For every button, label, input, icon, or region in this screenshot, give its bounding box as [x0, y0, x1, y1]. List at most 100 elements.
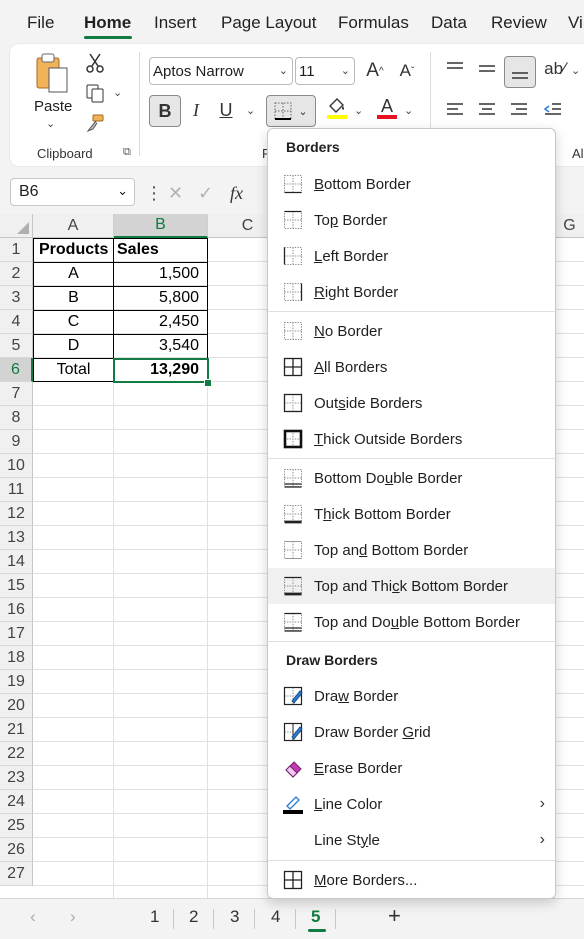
underline-dropdown-icon[interactable]: ⌄: [246, 104, 255, 117]
row-header-7[interactable]: 7: [0, 382, 33, 406]
cell-b5[interactable]: 3,540: [114, 334, 207, 358]
scroll-right-icon[interactable]: ›: [70, 907, 76, 927]
menu-item-left-border[interactable]: Left Border: [268, 238, 555, 274]
italic-button[interactable]: I: [181, 95, 211, 125]
row-header-16[interactable]: 16: [0, 598, 33, 622]
bold-button[interactable]: B: [149, 95, 181, 127]
copy-icon[interactable]: [80, 78, 110, 108]
row-header-26[interactable]: 26: [0, 838, 33, 862]
row-header-11[interactable]: 11: [0, 478, 33, 502]
more-options-icon[interactable]: ⋮: [145, 183, 163, 204]
align-right-icon[interactable]: [504, 95, 534, 125]
cut-icon[interactable]: [80, 48, 110, 78]
underline-button[interactable]: U: [211, 95, 241, 125]
row-header-13[interactable]: 13: [0, 526, 33, 550]
menu-item-top-and-bottom-border[interactable]: Top and Bottom Border: [268, 532, 555, 568]
copy-dropdown-icon[interactable]: ⌄: [113, 86, 122, 99]
row-header-12[interactable]: 12: [0, 502, 33, 526]
row-header-23[interactable]: 23: [0, 766, 33, 790]
decrease-indent-icon[interactable]: [538, 95, 568, 125]
menu-item-line-style[interactable]: Line Style ›: [268, 822, 555, 858]
row-header-17[interactable]: 17: [0, 622, 33, 646]
orientation-dropdown-icon[interactable]: ⌄: [571, 64, 580, 77]
row-header-24[interactable]: 24: [0, 790, 33, 814]
column-header-b[interactable]: B: [114, 214, 208, 238]
cell-b2[interactable]: 1,500: [114, 262, 207, 286]
align-top-icon[interactable]: [440, 54, 470, 84]
cell-b4[interactable]: 2,450: [114, 310, 207, 334]
borders-button[interactable]: ⌄: [266, 95, 316, 127]
decrease-font-size-icon[interactable]: Aˇ: [392, 56, 422, 86]
row-header-27[interactable]: 27: [0, 862, 33, 886]
fill-color-dropdown-icon[interactable]: ⌄: [354, 104, 363, 117]
row-header-6[interactable]: 6: [0, 358, 33, 382]
tab-review[interactable]: Review: [491, 13, 547, 33]
paste-dropdown-icon[interactable]: ⌄: [46, 117, 55, 130]
increase-font-size-icon[interactable]: A ^: [360, 56, 390, 86]
sheet-tab-4[interactable]: 4: [271, 907, 280, 927]
row-header-3[interactable]: 3: [0, 286, 33, 310]
sheet-tab-2[interactable]: 2: [189, 907, 198, 927]
orientation-icon[interactable]: ab⁄: [540, 54, 570, 84]
cell-b3[interactable]: 5,800: [114, 286, 207, 310]
add-sheet-button[interactable]: +: [388, 903, 401, 929]
font-size-select[interactable]: 11 ⌄: [295, 57, 355, 85]
menu-item-draw-border-grid[interactable]: Draw Border Grid: [268, 714, 555, 750]
cell-a1[interactable]: Products: [34, 238, 113, 262]
cell-a5[interactable]: D: [34, 334, 113, 358]
cell-a3[interactable]: B: [34, 286, 113, 310]
cell-a2[interactable]: A: [34, 262, 113, 286]
menu-item-no-border[interactable]: No Border: [268, 313, 555, 349]
row-header-8[interactable]: 8: [0, 406, 33, 430]
menu-item-more-borders[interactable]: More Borders...: [268, 862, 555, 898]
row-header-1[interactable]: 1: [0, 238, 33, 262]
row-header-22[interactable]: 22: [0, 742, 33, 766]
row-header-25[interactable]: 25: [0, 814, 33, 838]
row-header-9[interactable]: 9: [0, 430, 33, 454]
tab-view[interactable]: Vi: [568, 13, 583, 33]
menu-item-top-border[interactable]: Top Border: [268, 202, 555, 238]
row-header-10[interactable]: 10: [0, 454, 33, 478]
row-header-4[interactable]: 4: [0, 310, 33, 334]
menu-item-erase-border[interactable]: Erase Border: [268, 750, 555, 786]
row-header-15[interactable]: 15: [0, 574, 33, 598]
font-color-icon[interactable]: A: [372, 93, 402, 123]
row-header-5[interactable]: 5: [0, 334, 33, 358]
clipboard-launcher-icon[interactable]: ⧉: [123, 146, 131, 159]
select-all-corner[interactable]: [0, 214, 33, 238]
cell-a4[interactable]: C: [34, 310, 113, 334]
menu-item-bottom-double-border[interactable]: Bottom Double Border: [268, 460, 555, 496]
font-color-dropdown-icon[interactable]: ⌄: [404, 104, 413, 117]
cell-a6[interactable]: Total: [34, 358, 113, 382]
tab-home[interactable]: Home: [84, 13, 131, 33]
menu-item-outside-borders[interactable]: Outside Borders: [268, 385, 555, 421]
sheet-tab-3[interactable]: 3: [230, 907, 239, 927]
menu-item-line-color[interactable]: Line Color ›: [268, 786, 555, 822]
row-header-21[interactable]: 21: [0, 718, 33, 742]
align-left-icon[interactable]: [440, 95, 470, 125]
fill-color-icon[interactable]: [322, 93, 352, 123]
align-center-icon[interactable]: [472, 95, 502, 125]
sheet-tab-5[interactable]: 5: [311, 907, 320, 927]
cancel-icon[interactable]: ✕: [168, 183, 183, 204]
format-painter-icon[interactable]: [80, 108, 110, 138]
menu-item-bottom-border[interactable]: Bottom Border: [268, 166, 555, 202]
enter-icon[interactable]: ✓: [198, 183, 213, 204]
menu-item-thick-bottom-border[interactable]: Thick Bottom Border: [268, 496, 555, 532]
fill-handle[interactable]: [204, 379, 212, 387]
tab-page-layout[interactable]: Page Layout: [221, 13, 316, 33]
paste-icon[interactable]: [32, 52, 72, 98]
menu-item-thick-outside-borders[interactable]: Thick Outside Borders: [268, 421, 555, 457]
column-header-a[interactable]: A: [33, 214, 114, 238]
row-header-20[interactable]: 20: [0, 694, 33, 718]
name-box[interactable]: B6 ⌄: [10, 178, 135, 206]
align-middle-icon[interactable]: [472, 54, 502, 84]
menu-item-all-borders[interactable]: All Borders: [268, 349, 555, 385]
sheet-tab-1[interactable]: 1: [150, 907, 159, 927]
insert-function-icon[interactable]: fx: [230, 183, 243, 204]
row-header-18[interactable]: 18: [0, 646, 33, 670]
tab-formulas[interactable]: Formulas: [338, 13, 409, 33]
menu-item-draw-border[interactable]: Draw Border: [268, 678, 555, 714]
menu-item-right-border[interactable]: Right Border: [268, 274, 555, 310]
tab-data[interactable]: Data: [431, 13, 467, 33]
